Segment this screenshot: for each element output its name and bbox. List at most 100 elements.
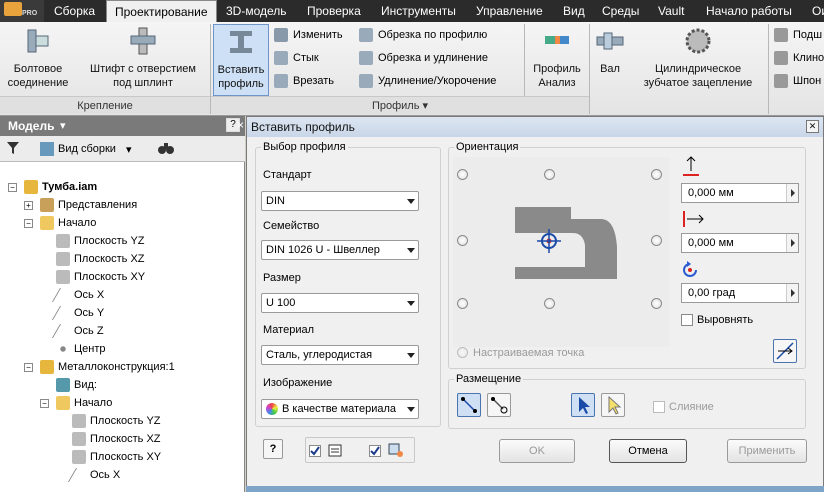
trim-extend-button[interactable]: Обрезка и удлинение xyxy=(359,50,488,66)
anchor-top-left-radio[interactable] xyxy=(457,169,468,180)
collapse-icon[interactable]: − xyxy=(24,219,33,228)
tab-design[interactable]: Проектирование xyxy=(106,0,217,22)
anchor-middle-right-radio[interactable] xyxy=(651,235,662,246)
tab-3d-model[interactable]: 3D-модель xyxy=(218,0,295,22)
anchor-top-right-radio[interactable] xyxy=(651,169,662,180)
edit-button[interactable]: Изменить xyxy=(274,27,343,43)
tree-item[interactable]: + Представления xyxy=(0,196,245,214)
tab-view[interactable]: Вид xyxy=(555,0,593,22)
standard-value: DIN xyxy=(266,195,285,207)
tree-item[interactable]: − Металлоконструкция:1 xyxy=(0,358,245,376)
tree-item[interactable]: Плоскость XZ xyxy=(0,430,245,448)
align-checkbox[interactable] xyxy=(681,314,693,326)
tree-item[interactable]: Ось Y xyxy=(0,304,245,322)
anchor-middle-left-radio[interactable] xyxy=(457,235,468,246)
spur-gear-button[interactable]: Цилиндрическое зубчатое зацепление xyxy=(634,26,762,90)
tree-item[interactable]: Ось X xyxy=(0,466,245,484)
tab-vault[interactable]: Vault xyxy=(650,0,692,22)
option-1-checkbox[interactable] xyxy=(309,445,321,457)
ok-button[interactable]: OK xyxy=(499,439,575,463)
shaft-button[interactable]: Вал xyxy=(592,26,628,76)
tree-item[interactable]: Вид: xyxy=(0,376,245,394)
notch-button[interactable]: Врезать xyxy=(274,73,334,89)
anchor-bottom-center-radio[interactable] xyxy=(544,298,555,309)
bearing-button[interactable]: Подш xyxy=(774,27,822,43)
browser-title[interactable]: Модель xyxy=(8,119,54,133)
axis-icon xyxy=(67,468,91,482)
chevron-down-icon xyxy=(407,353,415,358)
vertical-offset-spin-icon[interactable] xyxy=(786,184,798,202)
standard-dropdown[interactable]: DIN xyxy=(261,191,419,211)
placement-two-points-button[interactable] xyxy=(457,393,481,417)
tab-inspect[interactable]: Проверка xyxy=(299,0,369,22)
panel-profile-label[interactable]: Профиль ▾ xyxy=(211,96,589,114)
tab-tools[interactable]: Инструменты xyxy=(373,0,464,22)
rotation-field[interactable]: 0,00 град xyxy=(681,283,799,303)
tree-item[interactable]: − Тумба.iam xyxy=(0,178,245,196)
select-button[interactable] xyxy=(571,393,595,417)
tab-overflow[interactable]: Ои xyxy=(804,0,824,22)
appearance-dropdown[interactable]: В качестве материала xyxy=(261,399,419,419)
tree-item[interactable]: − Начало xyxy=(0,394,245,412)
chevron-down-icon[interactable]: ▾ xyxy=(60,119,66,132)
miter-joint-button[interactable]: Стык xyxy=(274,50,319,66)
cancel-button[interactable]: Отмена xyxy=(609,439,687,463)
horizontal-offset-value: 0,000 мм xyxy=(688,237,734,249)
tab-environments[interactable]: Среды xyxy=(594,0,647,22)
lengthen-shorten-button[interactable]: Удлинение/Укорочение xyxy=(359,73,496,89)
panel-expand-icon: ▾ xyxy=(422,100,429,112)
trim-to-frame-button[interactable]: Обрезка по профилю xyxy=(359,27,487,43)
merge-checkbox[interactable] xyxy=(653,401,665,413)
tree-item[interactable]: Плоскость YZ xyxy=(0,412,245,430)
tab-manage[interactable]: Управление xyxy=(468,0,551,22)
help-icon[interactable]: ? xyxy=(263,439,283,459)
filter-icon[interactable] xyxy=(6,141,20,155)
rotation-icon xyxy=(683,261,697,277)
edit-label: Изменить xyxy=(293,29,343,41)
clevis-pin-button[interactable]: Штифт с отверстием под шплинт xyxy=(80,26,206,90)
v-belt-button[interactable]: Клино xyxy=(774,50,824,66)
horizontal-offset-field[interactable]: 0,000 мм xyxy=(681,233,799,253)
mirror-profile-button[interactable] xyxy=(773,339,797,363)
view-selector-label: Вид сборки xyxy=(58,143,116,155)
collapse-icon[interactable]: − xyxy=(8,183,17,192)
cursor-icon xyxy=(579,397,590,414)
collapse-icon[interactable]: − xyxy=(40,399,49,408)
binoculars-icon[interactable] xyxy=(158,141,174,155)
tree-item[interactable]: Плоскость XY xyxy=(0,268,245,286)
tree-item[interactable]: − Начало xyxy=(0,214,245,232)
material-dropdown[interactable]: Сталь, углеродистая xyxy=(261,345,419,365)
anchor-top-center-radio[interactable] xyxy=(544,169,555,180)
custom-point-radio[interactable] xyxy=(457,347,468,358)
anchor-bottom-right-radio[interactable] xyxy=(651,298,662,309)
expand-icon[interactable]: + xyxy=(24,201,33,210)
family-dropdown[interactable]: DIN 1026 U - Швеллер xyxy=(261,240,419,260)
key-connection-button[interactable]: Шпон xyxy=(774,73,821,89)
anchor-bottom-left-radio[interactable] xyxy=(457,298,468,309)
beam-analysis-button[interactable]: Профиль Анализ xyxy=(528,26,586,90)
size-dropdown[interactable]: U 100 xyxy=(261,293,419,313)
tree-item[interactable]: Ось X xyxy=(0,286,245,304)
placement-point-direction-button[interactable] xyxy=(487,393,511,417)
rotation-spin-icon[interactable] xyxy=(786,284,798,302)
insert-profile-button[interactable]: Вставить профиль xyxy=(213,24,269,96)
tree-item[interactable]: Плоскость XZ xyxy=(0,250,245,268)
bolted-connection-button[interactable]: Болтовое соединение xyxy=(2,26,74,90)
collapse-icon[interactable]: − xyxy=(24,363,33,372)
view-selector[interactable]: Вид сборки ▾ xyxy=(40,140,131,158)
vertical-offset-field[interactable]: 0,000 мм xyxy=(681,183,799,203)
close-icon[interactable]: × xyxy=(237,116,245,136)
select-alt-button[interactable] xyxy=(601,393,625,417)
apply-button[interactable]: Применить xyxy=(727,439,807,463)
vertical-offset-value: 0,000 мм xyxy=(688,187,734,199)
horizontal-offset-spin-icon[interactable] xyxy=(786,234,798,252)
tree-item[interactable]: Ось Z xyxy=(0,322,245,340)
tree-item[interactable]: Центр xyxy=(0,340,245,358)
tab-get-started[interactable]: Начало работы xyxy=(698,0,800,22)
option-2-checkbox[interactable] xyxy=(369,445,381,457)
tree-item[interactable]: Плоскость YZ xyxy=(0,232,245,250)
application-menu-button[interactable]: PRO xyxy=(0,0,44,22)
tree-item[interactable]: Плоскость XY xyxy=(0,448,245,466)
dialog-close-icon[interactable]: ✕ xyxy=(806,120,819,133)
tab-assembly[interactable]: Сборка xyxy=(46,0,103,22)
